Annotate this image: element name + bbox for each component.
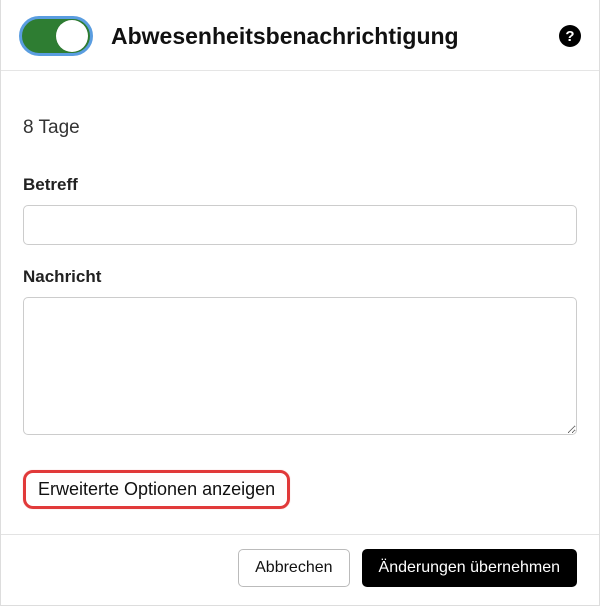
out-of-office-panel: Abwesenheitsbenachrichtigung ? 8 Tage Be… [0,0,600,606]
days-value: 8 Tage [23,117,577,139]
message-label: Nachricht [23,267,577,287]
subject-label: Betreff [23,175,577,195]
enable-toggle[interactable] [19,16,93,56]
message-textarea[interactable] [23,297,577,435]
help-icon[interactable]: ? [559,25,581,47]
panel-header: Abwesenheitsbenachrichtigung ? [1,0,599,71]
panel-body-scroll[interactable]: 8 Tage Betreff Nachricht Erweiterte Opti… [1,71,599,534]
cancel-button[interactable]: Abbrechen [238,549,349,587]
panel-footer: Abbrechen Änderungen übernehmen [1,534,599,605]
save-button[interactable]: Änderungen übernehmen [362,549,577,587]
toggle-knob [56,20,88,52]
panel-title: Abwesenheitsbenachrichtigung [111,23,541,50]
advanced-options-button[interactable]: Erweiterte Optionen anzeigen [23,470,290,509]
subject-input[interactable] [23,205,577,245]
